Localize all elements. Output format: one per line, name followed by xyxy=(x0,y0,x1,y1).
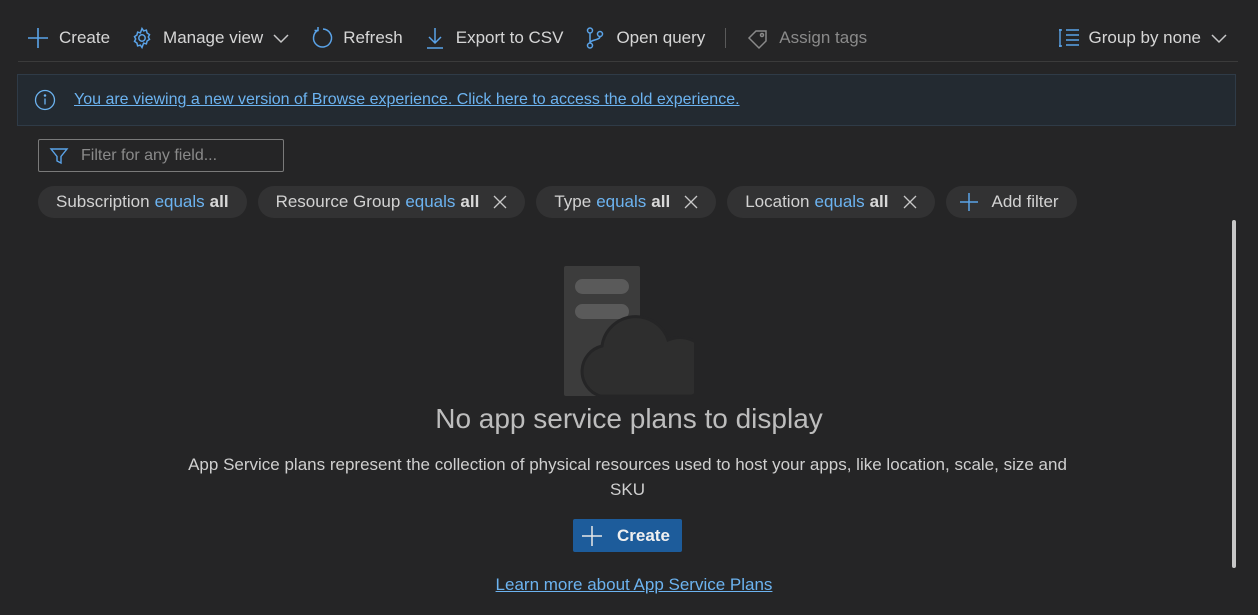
filter-pills: Subscription equals all Resource Group e… xyxy=(38,186,1077,218)
export-csv-label: Export to CSV xyxy=(455,27,564,47)
pill-field: Resource Group xyxy=(275,192,401,211)
close-icon[interactable] xyxy=(684,195,698,209)
old-experience-link[interactable]: You are viewing a new version of Browse … xyxy=(74,91,740,109)
server-cloud-icon xyxy=(564,266,694,398)
open-query-label: Open query xyxy=(616,27,706,47)
close-icon[interactable] xyxy=(903,195,917,209)
add-filter-label: Add filter xyxy=(991,192,1059,211)
export-csv-button[interactable]: Export to CSV xyxy=(413,15,574,61)
pill-value: all xyxy=(460,192,480,211)
empty-state-description: App Service plans represent the collecti… xyxy=(188,455,1067,499)
vertical-scrollbar[interactable] xyxy=(1232,220,1236,568)
learn-more-link[interactable]: Learn more about App Service Plans xyxy=(0,575,1258,595)
pill-value: all xyxy=(651,192,671,211)
list-icon xyxy=(1058,28,1079,47)
create-toolbar-button[interactable]: Create xyxy=(18,15,120,61)
filter-pill-subscription[interactable]: Subscription equals all xyxy=(38,186,247,218)
pill-field: Subscription xyxy=(56,192,150,211)
pill-operator: equals xyxy=(154,192,205,211)
group-by-dropdown[interactable]: Group by none xyxy=(1048,15,1238,61)
download-icon xyxy=(426,27,443,49)
pill-operator: equals xyxy=(405,192,456,211)
filter-input[interactable] xyxy=(81,146,271,165)
plus-icon xyxy=(959,193,978,211)
tag-icon xyxy=(748,29,768,49)
plus-icon xyxy=(582,525,602,546)
toolbar-divider xyxy=(725,27,727,48)
query-icon xyxy=(587,26,604,49)
assign-tags-button[interactable]: Assign tags xyxy=(736,15,877,61)
create-button[interactable]: Create xyxy=(573,519,682,552)
create-button-label: Create xyxy=(617,525,670,545)
manage-view-label: Manage view xyxy=(163,27,264,47)
refresh-icon xyxy=(312,26,333,48)
pill-field: Type xyxy=(554,192,592,211)
pill-value: all xyxy=(869,192,889,211)
filter-field[interactable] xyxy=(38,139,284,172)
empty-state-title: No app service plans to display xyxy=(435,403,823,434)
close-icon[interactable] xyxy=(493,195,507,209)
manage-view-button[interactable]: Manage view xyxy=(120,15,300,61)
gear-icon xyxy=(133,26,151,49)
plus-icon xyxy=(28,27,48,48)
filter-icon xyxy=(49,147,69,164)
chevron-down-icon xyxy=(273,33,289,43)
assign-tags-label: Assign tags xyxy=(779,27,868,47)
filter-pill-resource-group[interactable]: Resource Group equals all xyxy=(257,186,526,218)
pill-operator: equals xyxy=(814,192,865,211)
filter-pill-type[interactable]: Type equals all xyxy=(536,186,717,218)
open-query-button[interactable]: Open query xyxy=(573,15,715,61)
group-by-label: Group by none xyxy=(1088,27,1201,47)
refresh-label: Refresh xyxy=(343,27,403,47)
chevron-down-icon xyxy=(1211,33,1227,43)
pill-value: all xyxy=(209,192,229,211)
command-bar: Create Manage view Refresh Export to CSV… xyxy=(18,14,1238,62)
info-banner: You are viewing a new version of Browse … xyxy=(17,74,1236,126)
filter-pill-location[interactable]: Location equals all xyxy=(727,186,935,218)
pill-operator: equals xyxy=(596,192,647,211)
create-toolbar-label: Create xyxy=(59,27,111,47)
pill-field: Location xyxy=(745,192,810,211)
info-icon xyxy=(34,89,56,111)
add-filter-button[interactable]: Add filter xyxy=(945,186,1077,218)
refresh-button[interactable]: Refresh xyxy=(300,15,413,61)
